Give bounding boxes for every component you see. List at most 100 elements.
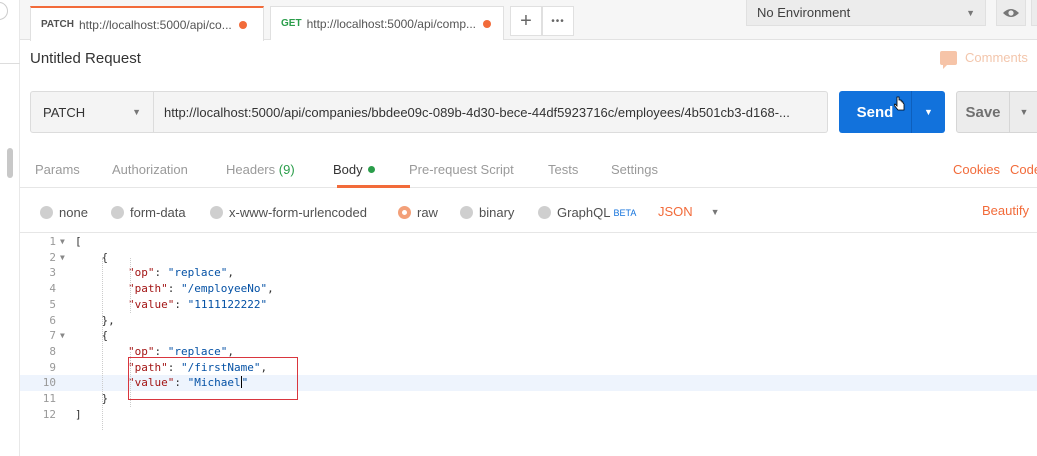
line-number: 12 xyxy=(42,407,56,421)
code-text: { xyxy=(75,250,109,264)
tab-url: http://localhost:5000/api/comp... xyxy=(306,16,476,31)
tab-settings[interactable]: Settings xyxy=(611,162,658,177)
environment-select[interactable]: No Environment ▼ xyxy=(746,0,986,26)
request-title[interactable]: Untitled Request xyxy=(30,50,141,67)
code-text: } xyxy=(75,392,109,405)
code-line[interactable]: 4 "path": "/employeeNo", xyxy=(20,281,1037,297)
tab-method: GET xyxy=(281,18,302,29)
code-line[interactable]: 2 ▼ { xyxy=(20,250,1037,266)
radio-knob xyxy=(538,206,551,219)
body-type-selector: none form-data x-www-form-urlencoded raw… xyxy=(20,188,1037,233)
code-line[interactable]: 7 ▼ { xyxy=(20,328,1037,344)
cookies-link[interactable]: Cookies xyxy=(953,162,1000,177)
http-method-select[interactable]: PATCH ▼ xyxy=(30,91,154,133)
line-number: 11 xyxy=(42,392,56,405)
comments-label: Comments xyxy=(965,50,1028,65)
radio-graphql[interactable]: GraphQL BETA xyxy=(538,205,636,220)
sidebar-toggle-icon[interactable] xyxy=(0,2,8,20)
tab-authorization[interactable]: Authorization xyxy=(112,162,188,177)
code-line[interactable]: 6 }, xyxy=(20,313,1037,329)
tab-tests[interactable]: Tests xyxy=(548,162,578,177)
sidebar-divider xyxy=(0,63,20,64)
radio-none[interactable]: none xyxy=(40,205,88,220)
request-tab-bar: PATCH http://localhost:5000/api/co... GE… xyxy=(20,0,1037,41)
headers-label: Headers xyxy=(226,162,276,177)
line-number: 3 xyxy=(49,266,56,280)
save-label: Save xyxy=(965,103,1001,121)
code-text: "value": "1111122222" xyxy=(127,297,268,311)
tab-pre-request-script[interactable]: Pre-request Script xyxy=(409,162,514,177)
tab-method: PATCH xyxy=(41,19,74,30)
body-active-dot-icon xyxy=(367,166,375,173)
radio-form-data[interactable]: form-data xyxy=(111,205,186,220)
fold-toggle-icon[interactable]: ▼ xyxy=(60,250,65,266)
line-number: 10 xyxy=(42,376,56,390)
chevron-down-icon: ▼ xyxy=(132,107,141,117)
code-text: ] xyxy=(75,407,82,421)
radio-raw[interactable]: raw xyxy=(398,205,438,220)
radio-x-www-form-urlencoded[interactable]: x-www-form-urlencoded xyxy=(210,205,367,220)
indent-guide xyxy=(102,258,103,430)
radio-knob xyxy=(210,206,223,219)
body-label: Body xyxy=(333,162,363,177)
method-label: PATCH xyxy=(43,104,86,120)
beta-badge: BETA xyxy=(613,207,637,218)
code-line[interactable]: 12] xyxy=(20,407,1037,423)
more-icon: ••• xyxy=(551,15,565,27)
line-number: 1 xyxy=(49,235,56,248)
eye-icon xyxy=(1003,8,1019,17)
tab-url: http://localhost:5000/api/co... xyxy=(78,17,232,32)
code-text: [ xyxy=(75,235,82,248)
send-button[interactable]: Send ▼ xyxy=(839,91,945,133)
request-config-tabs: Params Authorization Headers (9) Body Pr… xyxy=(20,152,1037,188)
tab-get-request[interactable]: GET http://localhost:5000/api/comp... xyxy=(270,6,504,40)
tab-params[interactable]: Params xyxy=(35,162,80,177)
code-text: { xyxy=(75,329,109,343)
line-number: 7 xyxy=(49,329,56,343)
new-tab-button[interactable]: + xyxy=(510,6,542,36)
code-line[interactable]: 1 ▼ [ xyxy=(20,234,1037,250)
unsaved-dot-icon xyxy=(238,20,247,29)
format-label: JSON xyxy=(658,204,693,219)
line-number: 8 xyxy=(49,344,56,358)
sidebar-scrollbar[interactable] xyxy=(7,148,13,178)
unsaved-dot-icon xyxy=(483,19,491,28)
code-line[interactable]: 3 "op": "replace", xyxy=(20,265,1037,281)
radio-label: GraphQL xyxy=(557,205,611,220)
beautify-link[interactable]: Beautify xyxy=(982,203,1029,218)
plus-icon: + xyxy=(520,9,532,32)
left-sidebar-edge xyxy=(0,0,20,456)
code-text: "op": "replace", xyxy=(127,266,234,280)
fold-toggle-icon[interactable]: ▼ xyxy=(60,328,65,344)
radio-label: none xyxy=(59,205,88,220)
radio-label: raw xyxy=(417,205,438,220)
fold-toggle-icon[interactable]: ▼ xyxy=(60,234,65,250)
tab-patch-request[interactable]: PATCH http://localhost:5000/api/co... xyxy=(30,6,264,41)
line-number: 9 xyxy=(49,360,56,374)
environment-label: No Environment xyxy=(757,5,851,20)
body-format-select[interactable]: JSON ▼ xyxy=(658,204,720,219)
radio-knob xyxy=(40,206,53,219)
send-options-chevron-icon[interactable]: ▼ xyxy=(912,107,945,117)
radio-knob xyxy=(460,206,473,219)
tab-body[interactable]: Body xyxy=(333,162,375,177)
headers-count-badge: (9) xyxy=(278,162,295,177)
radio-label: binary xyxy=(479,205,515,220)
body-code-editor[interactable]: 12] 11 } 10 "value": "Michael" 9 "path": "/… xyxy=(20,234,1037,456)
tab-headers[interactable]: Headers (9) xyxy=(226,162,295,177)
save-options-chevron-icon[interactable]: ▼ xyxy=(1010,107,1037,117)
code-text: "path": "/employeeNo", xyxy=(127,282,274,296)
line-number: 6 xyxy=(49,313,56,327)
comments-button[interactable]: Comments xyxy=(940,50,1028,69)
indent-guide xyxy=(130,258,131,313)
radio-binary[interactable]: binary xyxy=(460,205,514,220)
code-link[interactable]: Code xyxy=(1010,162,1037,177)
line-number: 5 xyxy=(49,297,56,311)
tab-options-button[interactable]: ••• xyxy=(542,6,574,36)
code-line[interactable]: 5 "value": "1111122222" xyxy=(20,297,1037,313)
radio-label: x-www-form-urlencoded xyxy=(229,205,367,220)
save-button[interactable]: Save ▼ xyxy=(956,91,1037,133)
request-url-input[interactable]: http://localhost:5000/api/companies/bbde… xyxy=(154,91,828,133)
environment-quick-look-button[interactable] xyxy=(996,0,1026,26)
manage-environments-button[interactable]: ⚙ xyxy=(1031,0,1037,26)
